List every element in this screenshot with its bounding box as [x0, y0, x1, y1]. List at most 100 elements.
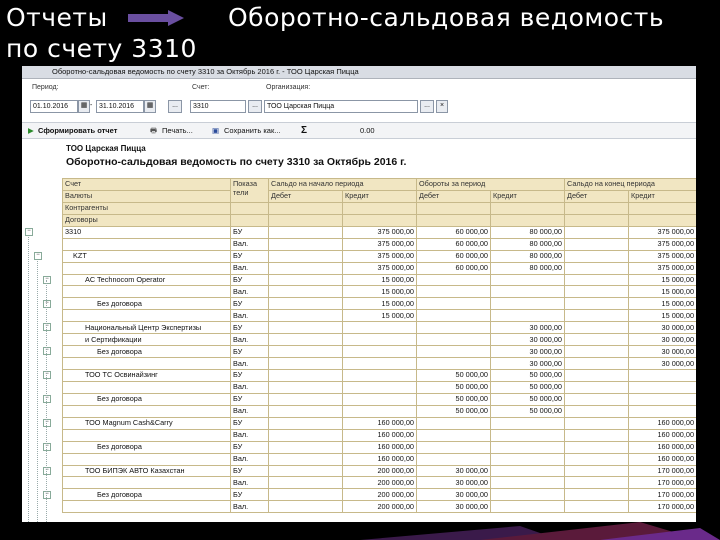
- closing-credit: 375 000,00: [627, 249, 696, 263]
- collapse-toggle-icon[interactable]: −: [43, 299, 51, 308]
- account-input[interactable]: 3310: [190, 100, 246, 113]
- opening-credit: [342, 369, 417, 382]
- turnover-debit: 60 000,00: [416, 261, 491, 275]
- collapse-toggle-icon[interactable]: −: [43, 466, 51, 475]
- opening-debit: [268, 464, 343, 478]
- row-indicator: Вал.: [230, 261, 269, 275]
- table-row: Вал. 30 000,00 30 000,00: [62, 357, 696, 370]
- closing-debit: [564, 464, 629, 478]
- table-row: Без договора БУ 160 000,00 160 000,00: [62, 440, 696, 454]
- header-turnover-credit: Кредит: [490, 189, 565, 203]
- header-row: Контрагенты: [62, 201, 696, 215]
- turnover-credit: 80 000,00: [490, 225, 565, 239]
- turnover-credit: [490, 440, 565, 454]
- play-icon: ▶: [28, 126, 34, 135]
- row-name: и Сертификации: [62, 333, 231, 347]
- row-indicator: Вал.: [230, 452, 269, 466]
- row-indicator: Вал.: [230, 309, 269, 323]
- collapse-toggle-icon[interactable]: −: [43, 275, 51, 284]
- arrow-right-icon: [128, 10, 184, 26]
- row-indicator: БУ: [230, 488, 269, 502]
- collapse-toggle-icon[interactable]: −: [43, 419, 51, 427]
- opening-credit: 160 000,00: [342, 440, 417, 454]
- closing-credit: 15 000,00: [627, 273, 696, 287]
- turnover-debit: [416, 321, 491, 335]
- turnover-debit: [416, 309, 491, 323]
- opening-credit: [342, 333, 417, 347]
- organization-select-button[interactable]: ...: [420, 100, 434, 113]
- closing-credit: [627, 392, 696, 406]
- turnover-credit: [490, 488, 565, 502]
- opening-debit: [268, 452, 343, 466]
- row-name: AC Technocom Operator: [62, 273, 231, 287]
- opening-debit: [268, 440, 343, 454]
- turnover-credit: 30 000,00: [490, 357, 565, 370]
- collapse-toggle-icon[interactable]: −: [25, 227, 33, 236]
- row-name: 3310: [62, 225, 231, 239]
- account-select-button[interactable]: ...: [248, 100, 262, 113]
- closing-credit: 30 000,00: [627, 345, 696, 359]
- generate-report-button[interactable]: Сформировать отчет: [38, 125, 117, 136]
- sum-icon[interactable]: Σ: [301, 125, 307, 136]
- closing-credit: 170 000,00: [627, 464, 696, 478]
- opening-debit: [268, 380, 343, 394]
- turnover-debit: 30 000,00: [416, 476, 491, 490]
- collapse-toggle-icon[interactable]: −: [34, 251, 42, 260]
- opening-debit: [268, 404, 343, 418]
- period-to-input[interactable]: 31.10.2016: [96, 100, 144, 113]
- table-row: ТОО ТС Освинайзинг БУ 50 000,00 50 000,00: [62, 369, 696, 382]
- opening-debit: [268, 357, 343, 370]
- header-closing-debit: Дебет: [564, 189, 629, 203]
- opening-debit: [268, 237, 343, 251]
- turnover-debit: [416, 333, 491, 347]
- collapse-toggle-icon[interactable]: −: [43, 442, 51, 451]
- opening-debit: [268, 333, 343, 347]
- calendar-icon[interactable]: ▦: [144, 100, 156, 113]
- collapse-toggle-icon[interactable]: −: [43, 323, 51, 332]
- opening-debit: [268, 273, 343, 287]
- collapse-toggle-icon[interactable]: −: [43, 371, 51, 380]
- calendar-icon[interactable]: ▦: [78, 100, 90, 113]
- row-name: [62, 285, 231, 299]
- table-row: KZT БУ 375 000,00 60 000,00 80 000,00 375 000…: [62, 249, 696, 263]
- turnover-debit: 50 000,00: [416, 380, 491, 394]
- turnover-credit: [490, 428, 565, 442]
- toolbar: ▶ Сформировать отчет 🖶 Печать... ▣ Сохра…: [22, 122, 696, 139]
- header-row: Договоры: [62, 213, 696, 227]
- collapse-toggle-icon[interactable]: −: [43, 347, 51, 356]
- row-name: KZT: [62, 249, 231, 263]
- period-select-button[interactable]: ...: [168, 100, 182, 113]
- table-row: ТОО БИПЭК АВТО Казахстан БУ 200 000,00 30 0…: [62, 464, 696, 478]
- turnover-credit: [490, 452, 565, 466]
- turnover-debit: 60 000,00: [416, 249, 491, 263]
- app-window: Оборотно-сальдовая ведомость по счету 33…: [22, 66, 696, 522]
- row-name: Без договора: [62, 392, 231, 406]
- closing-debit: [564, 297, 629, 311]
- period-dash: -: [90, 102, 93, 109]
- opening-debit: [268, 285, 343, 299]
- row-name: Без договора: [62, 440, 231, 454]
- row-indicator: Вал.: [230, 380, 269, 394]
- closing-credit: 170 000,00: [627, 500, 696, 514]
- clear-icon[interactable]: ×: [436, 100, 448, 113]
- turnover-debit: [416, 285, 491, 299]
- opening-debit: [268, 416, 343, 430]
- row-name: [62, 357, 231, 370]
- period-label: Период:: [32, 84, 59, 91]
- turnover-credit: [490, 285, 565, 299]
- save-as-button[interactable]: Сохранить как...: [224, 125, 281, 136]
- row-name: [62, 309, 231, 323]
- header-row: Счет Показа тели Сальдо на начало период…: [62, 178, 696, 203]
- print-button[interactable]: Печать...: [162, 125, 193, 136]
- collapse-toggle-icon[interactable]: −: [43, 395, 51, 404]
- row-indicator: Вал.: [230, 428, 269, 442]
- row-indicator: Вал.: [230, 333, 269, 347]
- opening-credit: 375 000,00: [342, 237, 417, 251]
- closing-credit: 160 000,00: [627, 428, 696, 442]
- turnover-debit: 50 000,00: [416, 404, 491, 418]
- period-from-input[interactable]: 01.10.2016: [30, 100, 78, 113]
- closing-debit: [564, 225, 629, 239]
- organization-input[interactable]: ТОО Царская Пицца: [264, 100, 418, 113]
- row-name: Национальный Центр Экспертизы: [62, 321, 231, 335]
- collapse-toggle-icon[interactable]: −: [43, 490, 51, 499]
